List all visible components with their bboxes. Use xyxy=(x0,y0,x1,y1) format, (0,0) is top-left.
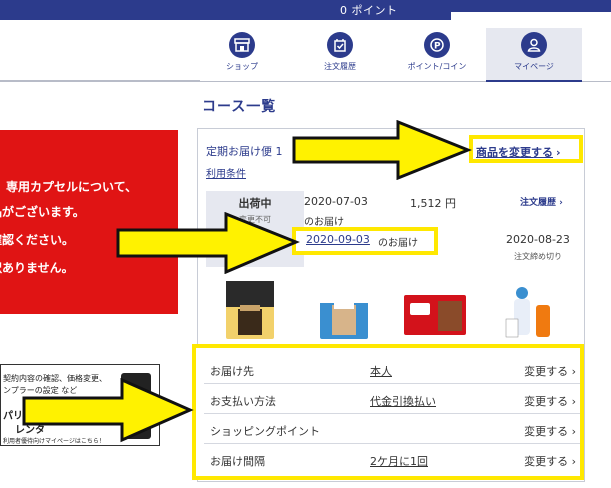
option-value[interactable]: 本人 xyxy=(370,363,392,379)
chevron-right-icon: › xyxy=(571,395,576,408)
change-product-link[interactable]: 商品を変更する › xyxy=(476,144,561,160)
product-kitkat[interactable] xyxy=(400,279,470,345)
points-balance: 0 ポイント xyxy=(340,4,398,17)
annotation-arrow-change-product xyxy=(292,120,472,180)
terms-link[interactable]: 利用条件 xyxy=(206,165,246,180)
mypage-icon xyxy=(521,32,547,58)
nav-points[interactable]: P ポイント/コイン xyxy=(397,32,477,72)
nav-shop-label: ショップ xyxy=(226,62,258,71)
page-title: コース一覧 xyxy=(202,99,277,115)
next-delivery-date[interactable]: 2020-09-03 xyxy=(306,233,370,246)
nav-points-label: ポイント/コイン xyxy=(407,62,467,71)
svg-text:P: P xyxy=(434,42,441,52)
order-history-label: 注文履歴 xyxy=(520,198,557,208)
course-options: お届け先 本人 変更する › お支払い方法 代金引換払い 変更する › ショッピ… xyxy=(192,344,584,480)
order-history-icon xyxy=(327,32,353,58)
change-interval-button[interactable]: 変更する › xyxy=(524,453,576,469)
top-bar-panel xyxy=(451,12,611,20)
shipping-price: 1,512 円 xyxy=(410,197,456,210)
option-key: お届け先 xyxy=(210,365,254,378)
option-key: お支払い方法 xyxy=(210,395,276,408)
points-icon: P xyxy=(424,32,450,58)
nav-shop[interactable]: ショップ xyxy=(202,32,282,72)
chevron-right-icon: › xyxy=(559,198,563,208)
option-row-shopping-points: ショッピングポイント 変更する › xyxy=(204,414,580,444)
chevron-right-icon: › xyxy=(571,425,576,438)
product-drinks[interactable] xyxy=(502,279,558,345)
option-key: お届け間隔 xyxy=(210,455,265,468)
product-capsule-box-1[interactable] xyxy=(224,279,276,345)
chevron-right-icon: › xyxy=(556,146,561,159)
banner-line: 訳ありません。 xyxy=(0,261,74,275)
banner-line: 品がございます。 xyxy=(0,205,85,219)
annotation-arrow-options xyxy=(22,378,194,443)
option-row-delivery-address: お届け先 本人 変更する › xyxy=(204,354,580,384)
option-value[interactable]: 代金引換払い xyxy=(370,393,436,409)
option-row-delivery-interval: お届け間隔 2ケ月に1回 変更する › xyxy=(204,444,580,474)
change-product-label: 商品を変更する xyxy=(476,146,553,159)
chevron-right-icon: › xyxy=(571,365,576,378)
shop-icon xyxy=(229,32,255,58)
change-payment-button[interactable]: 変更する › xyxy=(524,393,576,409)
nav-order-history[interactable]: 注文履歴 xyxy=(300,32,380,72)
chevron-right-icon: › xyxy=(571,455,576,468)
product-capsule-box-2[interactable] xyxy=(318,279,370,345)
nav-order-history-label: 注文履歴 xyxy=(324,62,356,71)
main-nav: ショップ 注文履歴 P ポイント/コイン マイページ xyxy=(0,20,611,82)
banner-line: 専用カプセルについて、 xyxy=(6,180,138,194)
option-value[interactable]: 2ケ月に1回 xyxy=(370,453,428,469)
order-deadline-label: 注文締め切り xyxy=(514,252,562,261)
nav-mypage-label: マイページ xyxy=(514,62,554,71)
option-key: ショッピングポイント xyxy=(210,425,320,438)
annotation-arrow-next-delivery xyxy=(116,212,300,274)
course-title: 定期お届け便 1 xyxy=(206,145,283,158)
shipping-date-suffix: のお届け xyxy=(304,217,344,228)
next-delivery-suffix: のお届け xyxy=(378,238,418,249)
nav-mypage[interactable]: マイページ xyxy=(486,28,582,82)
shipping-status-label: 出荷中 xyxy=(238,197,272,210)
banner-line: 確認ください。 xyxy=(0,233,75,247)
order-deadline: 2020-08-23 xyxy=(506,233,570,246)
top-bar: 0 ポイント xyxy=(0,0,611,20)
change-points-button[interactable]: 変更する › xyxy=(524,423,576,439)
change-address-button[interactable]: 変更する › xyxy=(524,363,576,379)
option-row-payment: お支払い方法 代金引換払い 変更する › xyxy=(204,384,580,414)
order-history-link[interactable]: 注文履歴 › xyxy=(520,195,563,208)
shipping-date: 2020-07-03 xyxy=(304,195,368,208)
product-list xyxy=(224,279,584,341)
